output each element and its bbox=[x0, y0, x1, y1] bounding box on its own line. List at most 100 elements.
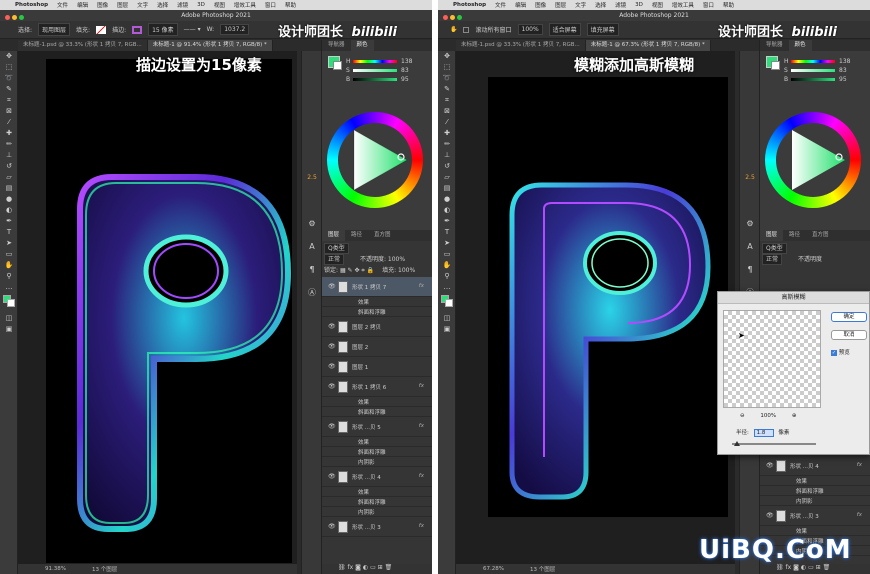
clone-stamp-icon[interactable]: ⊥ bbox=[0, 150, 18, 161]
layer-kind-filter[interactable]: Q类型 bbox=[324, 243, 349, 254]
crop-tool-icon[interactable]: ⌗ bbox=[438, 95, 456, 106]
path-select-icon[interactable]: ➤ bbox=[0, 238, 18, 249]
blur-tool-icon[interactable]: ● bbox=[438, 194, 456, 205]
type-tool-icon[interactable]: T bbox=[0, 227, 18, 238]
brightness-value[interactable]: 95 bbox=[401, 76, 409, 83]
document-canvas[interactable] bbox=[488, 77, 728, 517]
blur-preview[interactable]: ➤ bbox=[723, 310, 821, 408]
layer-effect-row[interactable]: 效果 bbox=[322, 297, 432, 307]
new-layer-icon[interactable]: ⊞ bbox=[816, 564, 821, 571]
menu-select[interactable]: 选择 bbox=[157, 1, 168, 9]
visibility-eye-icon[interactable]: 👁 bbox=[328, 383, 336, 390]
zoom-out-icon[interactable]: ⊖ bbox=[740, 413, 745, 419]
saturation-slider-row[interactable]: S 83 bbox=[784, 67, 864, 74]
menu-view[interactable]: 视图 bbox=[652, 1, 663, 9]
tab-document-1[interactable]: 未标题-1.psd @ 33.3% (形状 1 拷贝 7, RGB... bbox=[18, 40, 148, 51]
character-icon[interactable]: A bbox=[740, 235, 760, 258]
eraser-tool-icon[interactable]: ▱ bbox=[0, 172, 18, 183]
link-icon[interactable]: ⛓ bbox=[776, 564, 784, 571]
layer-fx-badge[interactable]: fx bbox=[419, 523, 424, 529]
layer-effect-row[interactable]: 效果 bbox=[322, 437, 432, 447]
hand-tool-icon[interactable]: ✋ bbox=[450, 26, 457, 33]
pen-tool-icon[interactable]: ✒ bbox=[438, 216, 456, 227]
color-swatches-icon[interactable] bbox=[0, 293, 18, 313]
layer-effect-row[interactable]: 效果 bbox=[760, 476, 870, 486]
move-tool-icon[interactable]: ✥ bbox=[0, 51, 18, 62]
frame-tool-icon[interactable]: ⊠ bbox=[438, 106, 456, 117]
layer-effect-row[interactable]: 斜面和浮雕 bbox=[322, 497, 432, 507]
scroll-all-checkbox[interactable] bbox=[463, 26, 470, 33]
document-canvas[interactable] bbox=[46, 59, 292, 563]
crop-tool-icon[interactable]: ⌗ bbox=[0, 95, 18, 106]
preview-checkbox-row[interactable]: ✓ 预览 bbox=[831, 348, 850, 356]
character-icon[interactable]: A bbox=[302, 235, 322, 258]
lasso-tool-icon[interactable]: ➰ bbox=[0, 73, 18, 84]
libraries-icon[interactable] bbox=[740, 120, 760, 143]
adjustments-icon[interactable] bbox=[740, 97, 760, 120]
preview-checkbox[interactable]: ✓ bbox=[831, 350, 837, 356]
glyphs-icon[interactable]: Ⓐ bbox=[302, 281, 322, 304]
paragraph-icon[interactable]: ¶ bbox=[302, 258, 322, 281]
marquee-tool-icon[interactable]: ⬚ bbox=[0, 62, 18, 73]
visibility-eye-icon[interactable]: 👁 bbox=[328, 283, 336, 290]
layer-effect-row[interactable]: 内阴影 bbox=[322, 457, 432, 467]
marquee-tool-icon[interactable]: ⬚ bbox=[438, 62, 456, 73]
hue-track[interactable] bbox=[791, 60, 835, 63]
menu-filter[interactable]: 滤镜 bbox=[177, 1, 188, 9]
healing-brush-icon[interactable]: ✚ bbox=[0, 128, 18, 139]
menu-plugins[interactable]: 增效工具 bbox=[672, 1, 694, 9]
menu-edit[interactable]: 编辑 bbox=[515, 1, 526, 9]
gradient-tool-icon[interactable]: ▤ bbox=[438, 183, 456, 194]
screen-mode-icon[interactable]: ▣ bbox=[438, 324, 456, 335]
properties-icon[interactable]: ⚙ bbox=[302, 212, 322, 235]
quick-select-tool-icon[interactable]: ✎ bbox=[438, 84, 456, 95]
brightness-slider-row[interactable]: B 95 bbox=[784, 76, 864, 83]
tab-document-1[interactable]: 未标题-1.psd @ 33.3% (形状 1 拷贝 7, RGB... bbox=[456, 40, 586, 51]
layer-row[interactable]: 👁 形状 ...贝 3 fx bbox=[760, 506, 870, 526]
layer-effect-row[interactable]: 斜面和浮雕 bbox=[760, 486, 870, 496]
move-tool-icon[interactable]: ✥ bbox=[438, 51, 456, 62]
layer-row[interactable]: 👁 形状 1 拷贝 6 fx bbox=[322, 377, 432, 397]
layer-row[interactable]: 👁 形状 1 拷贝 7 fx bbox=[322, 277, 432, 297]
bg-color-swatch[interactable] bbox=[771, 61, 780, 70]
tab-layers[interactable]: 图层 bbox=[760, 230, 784, 241]
menu-image[interactable]: 图像 bbox=[97, 1, 108, 9]
menu-type[interactable]: 文字 bbox=[137, 1, 148, 9]
adjustments-icon[interactable] bbox=[302, 97, 322, 120]
hue-slider-row[interactable]: H 138 bbox=[784, 58, 864, 65]
link-icon[interactable]: ⛓ bbox=[338, 564, 346, 571]
saturation-track[interactable] bbox=[791, 69, 835, 72]
quick-mask-icon[interactable]: ◫ bbox=[0, 313, 18, 324]
ok-button[interactable]: 确定 bbox=[831, 312, 867, 322]
paragraph-icon[interactable]: ¶ bbox=[740, 258, 760, 281]
lasso-tool-icon[interactable]: ➰ bbox=[438, 73, 456, 84]
dodge-tool-icon[interactable]: ◐ bbox=[438, 205, 456, 216]
folder-icon[interactable]: ▭ bbox=[808, 564, 814, 571]
tab-paths[interactable]: 路径 bbox=[783, 230, 806, 241]
menu-filter[interactable]: 滤镜 bbox=[615, 1, 626, 9]
menu-view[interactable]: 视图 bbox=[214, 1, 225, 9]
layer-row[interactable]: 👁 形状 ...贝 3 fx bbox=[322, 517, 432, 537]
hue-value[interactable]: 138 bbox=[401, 58, 412, 65]
fill-field[interactable]: 100% bbox=[398, 267, 415, 274]
stroke-width-field[interactable]: 15 像素 bbox=[148, 23, 178, 36]
brightness-value[interactable]: 95 bbox=[839, 76, 847, 83]
more-tools-icon[interactable]: … bbox=[0, 282, 18, 293]
color-wheel[interactable] bbox=[765, 112, 861, 208]
saturation-track[interactable] bbox=[353, 69, 397, 72]
tab-document-2[interactable]: 未标题-1 @ 67.3% (形状 1 拷贝 7, RGB/8) * bbox=[585, 40, 711, 51]
frame-tool-icon[interactable]: ⊠ bbox=[0, 106, 18, 117]
visibility-eye-icon[interactable]: 👁 bbox=[328, 523, 336, 530]
menu-plugins[interactable]: 增效工具 bbox=[234, 1, 256, 9]
menu-layer[interactable]: 图层 bbox=[555, 1, 566, 9]
cancel-button[interactable]: 取消 bbox=[831, 330, 867, 340]
blur-tool-icon[interactable]: ● bbox=[0, 194, 18, 205]
fx-icon[interactable]: fx bbox=[786, 564, 792, 571]
type-tool-icon[interactable]: T bbox=[438, 227, 456, 238]
menu-layer[interactable]: 图层 bbox=[117, 1, 128, 9]
layer-fx-badge[interactable]: fx bbox=[419, 473, 424, 479]
menu-edit[interactable]: 编辑 bbox=[77, 1, 88, 9]
visibility-eye-icon[interactable]: 👁 bbox=[766, 462, 774, 469]
tab-navigator[interactable]: 导航器 bbox=[322, 40, 351, 51]
visibility-eye-icon[interactable]: 👁 bbox=[328, 343, 336, 350]
